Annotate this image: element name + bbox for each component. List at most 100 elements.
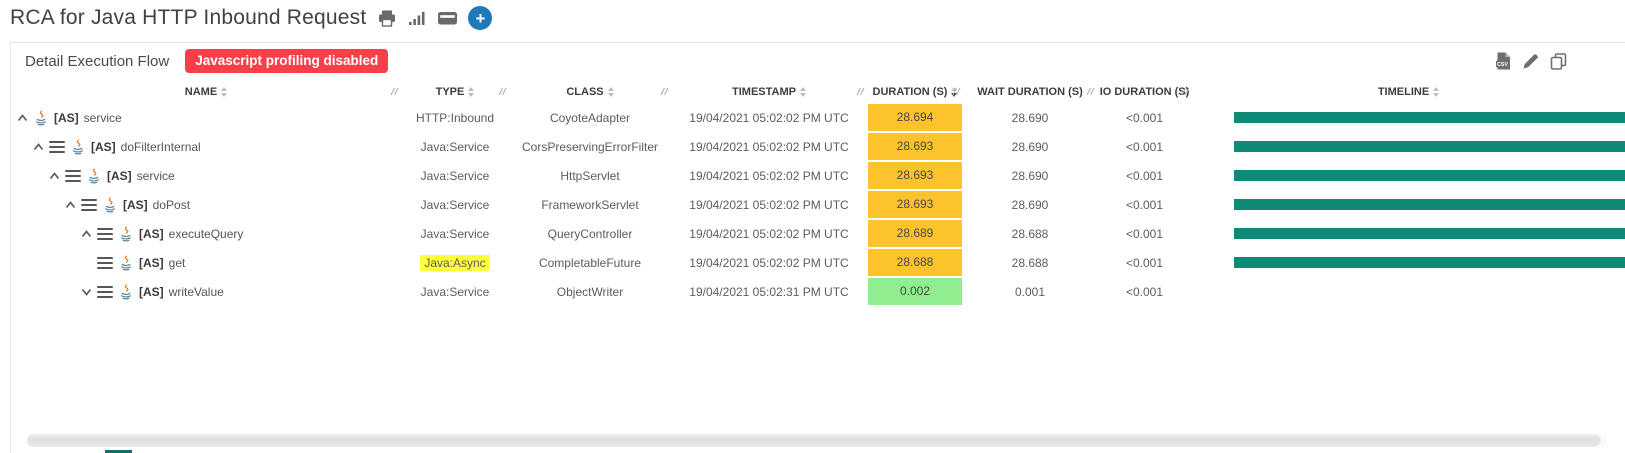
- table-row[interactable]: [AS]serviceHTTP:InboundCoyoteAdapter19/0…: [11, 103, 1625, 132]
- csv-export-icon[interactable]: CSV: [1495, 52, 1511, 70]
- duplicate-icon[interactable]: [1550, 53, 1567, 70]
- horizontal-scrollbar[interactable]: [25, 434, 1607, 447]
- column-resize-handle[interactable]: [390, 87, 399, 99]
- type-cell: Java:Service: [401, 285, 509, 299]
- row-menu-icon[interactable]: [97, 257, 113, 269]
- column-resize-handle[interactable]: [1086, 87, 1095, 99]
- column-resize-handle[interactable]: [952, 87, 961, 99]
- timeline-cell: [1192, 248, 1625, 277]
- duration-cell: 28.688: [867, 248, 963, 277]
- table-row[interactable]: [AS]serviceJava:ServiceHttpServlet19/04/…: [11, 161, 1625, 190]
- metrics-bars-icon[interactable]: [408, 11, 425, 26]
- timeline-cell: [1192, 161, 1625, 190]
- timestamp-cell: 19/04/2021 05:02:02 PM UTC: [671, 140, 867, 154]
- column-header-timeline[interactable]: TIMELINE: [1192, 81, 1625, 103]
- table-row[interactable]: [AS]getJava:AsyncCompletableFuture19/04/…: [11, 248, 1625, 277]
- table-row[interactable]: [AS]executeQueryJava:ServiceQueryControl…: [11, 219, 1625, 248]
- scrollbar-thumb[interactable]: [27, 434, 1601, 447]
- table-row[interactable]: [AS]doPostJava:ServiceFrameworkServlet19…: [11, 190, 1625, 219]
- duration-value: 0.002: [868, 278, 962, 305]
- column-label: TIMELINE: [1378, 86, 1429, 98]
- wait-duration-cell: 28.690: [963, 111, 1097, 125]
- row-menu-icon[interactable]: [81, 199, 97, 211]
- column-header-type[interactable]: TYPE: [401, 81, 509, 103]
- class-cell: FrameworkServlet: [509, 198, 671, 212]
- sort-arrows-icon[interactable]: [608, 87, 614, 97]
- span-name: service: [84, 111, 122, 125]
- sort-arrows-icon[interactable]: [468, 87, 474, 97]
- duration-cell: 28.694: [867, 103, 963, 132]
- card-icon[interactable]: [437, 10, 458, 26]
- row-menu-icon[interactable]: [65, 170, 81, 182]
- class-cell: HttpServlet: [509, 169, 671, 183]
- timeline-bar: [1234, 228, 1625, 239]
- menu-bar: [65, 180, 81, 182]
- menu-bar: [97, 296, 113, 298]
- panel-title: Detail Execution Flow: [25, 53, 169, 70]
- column-resize-handle[interactable]: [498, 87, 507, 99]
- sort-arrows-icon[interactable]: [221, 87, 227, 97]
- panel-header: Detail Execution Flow Javascript profili…: [11, 43, 1625, 79]
- collapse-chevron-icon[interactable]: [65, 201, 76, 209]
- timeline-cell: [1192, 277, 1625, 306]
- row-menu-icon[interactable]: [97, 286, 113, 298]
- java-icon: [70, 139, 86, 155]
- timestamp-cell: 19/04/2021 05:02:02 PM UTC: [671, 198, 867, 212]
- io-duration-cell: <0.001: [1097, 140, 1192, 154]
- sort-up-arrow: [608, 87, 614, 91]
- type-cell: HTTP:Inbound: [401, 111, 509, 125]
- collapse-chevron-icon[interactable]: [33, 143, 44, 151]
- timeline-cell: [1192, 103, 1625, 132]
- menu-bar: [49, 151, 65, 153]
- span-prefix: [AS]: [123, 198, 148, 212]
- io-duration-cell: <0.001: [1097, 198, 1192, 212]
- column-resize-handle[interactable]: [1181, 87, 1190, 99]
- table-body: [AS]serviceHTTP:InboundCoyoteAdapter19/0…: [11, 103, 1625, 306]
- column-resize-handle[interactable]: [856, 87, 865, 99]
- column-header-duration-s[interactable]: DURATION (S): [867, 81, 963, 103]
- column-header-wait-duration-s[interactable]: WAIT DURATION (S): [963, 81, 1097, 103]
- menu-bar: [97, 262, 113, 264]
- timeline-bar: [1234, 141, 1625, 152]
- type-cell: Java:Async: [401, 256, 509, 270]
- menu-bar: [81, 209, 97, 211]
- menu-bar: [65, 170, 81, 172]
- menu-bar: [65, 175, 81, 177]
- sort-arrows-icon[interactable]: [800, 87, 806, 97]
- column-header-io-duration-s[interactable]: IO DURATION (S): [1097, 81, 1192, 103]
- column-header-name[interactable]: NAME: [11, 81, 401, 103]
- row-menu-icon[interactable]: [97, 228, 113, 240]
- add-button[interactable]: +: [468, 6, 492, 30]
- wait-duration-cell: 28.690: [963, 169, 1097, 183]
- column-header-timestamp[interactable]: TIMESTAMP: [671, 81, 867, 103]
- collapse-chevron-icon[interactable]: [81, 230, 92, 238]
- timestamp-cell: 19/04/2021 05:02:31 PM UTC: [671, 285, 867, 299]
- column-header-class[interactable]: CLASS: [509, 81, 671, 103]
- wait-duration-cell: 28.690: [963, 198, 1097, 212]
- print-icon[interactable]: [378, 10, 396, 27]
- type-value: HTTP:Inbound: [412, 110, 498, 126]
- span-prefix: [AS]: [107, 169, 132, 183]
- java-icon: [86, 168, 102, 184]
- expand-chevron-icon[interactable]: [81, 288, 92, 296]
- duration-cell: 28.693: [867, 161, 963, 190]
- table-row[interactable]: [AS]writeValueJava:ServiceObjectWriter19…: [11, 277, 1625, 306]
- type-cell: Java:Service: [401, 198, 509, 212]
- java-icon: [102, 197, 118, 213]
- menu-bar: [97, 291, 113, 293]
- timeline-bar: [1234, 257, 1625, 268]
- span-name: get: [169, 256, 186, 270]
- sort-arrows-icon[interactable]: [1433, 87, 1439, 97]
- column-resize-handle[interactable]: [660, 87, 669, 99]
- row-menu-icon[interactable]: [49, 141, 65, 153]
- timeline-bar: [1234, 112, 1625, 123]
- edit-icon[interactable]: [1522, 53, 1539, 70]
- collapse-chevron-icon[interactable]: [17, 114, 28, 122]
- wait-duration-cell: 28.690: [963, 140, 1097, 154]
- collapse-chevron-icon[interactable]: [49, 172, 60, 180]
- duration-cell: 28.693: [867, 190, 963, 219]
- timestamp-cell: 19/04/2021 05:02:02 PM UTC: [671, 227, 867, 241]
- table-row[interactable]: [AS]doFilterInternalJava:ServiceCorsPres…: [11, 132, 1625, 161]
- io-duration-cell: <0.001: [1097, 227, 1192, 241]
- menu-bar: [97, 286, 113, 288]
